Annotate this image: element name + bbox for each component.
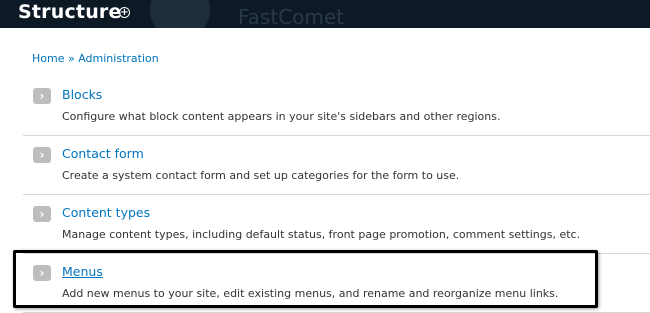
content-types-link[interactable]: Content types bbox=[62, 205, 150, 220]
blocks-link[interactable]: Blocks bbox=[62, 87, 102, 102]
breadcrumb: Home » Administration bbox=[32, 52, 159, 65]
list-item-menus: › Menus Add new menus to your site, edit… bbox=[23, 254, 650, 313]
page-header: Structure + FastComet bbox=[0, 0, 650, 28]
breadcrumb-administration-link[interactable]: Administration bbox=[78, 52, 159, 65]
list-item-blocks: › Blocks Configure what block content ap… bbox=[23, 77, 650, 136]
breadcrumb-home-link[interactable]: Home bbox=[32, 52, 64, 65]
list-item-content-types: › Content types Manage content types, in… bbox=[23, 195, 650, 254]
list-item-contact-form: › Contact form Create a system contact f… bbox=[23, 136, 650, 195]
chevron-right-icon: › bbox=[33, 88, 51, 104]
chevron-right-icon: › bbox=[33, 206, 51, 222]
list-item-description: Manage content types, including default … bbox=[62, 228, 581, 241]
add-shortcut-icon[interactable]: + bbox=[119, 7, 130, 18]
list-item-description: Configure what block content appears in … bbox=[62, 110, 501, 123]
menus-link[interactable]: Menus bbox=[62, 264, 103, 279]
drupal-logo-icon bbox=[150, 0, 210, 28]
contact-form-link[interactable]: Contact form bbox=[62, 146, 144, 161]
watermark: FastComet bbox=[238, 5, 345, 28]
breadcrumb-separator: » bbox=[67, 52, 75, 65]
page-title: Structure bbox=[18, 1, 122, 23]
chevron-right-icon: › bbox=[33, 147, 51, 163]
list-item-description: Create a system contact form and set up … bbox=[62, 169, 460, 182]
chevron-right-icon: › bbox=[33, 265, 51, 281]
admin-list: › Blocks Configure what block content ap… bbox=[23, 77, 650, 313]
list-item-description: Add new menus to your site, edit existin… bbox=[62, 287, 559, 300]
